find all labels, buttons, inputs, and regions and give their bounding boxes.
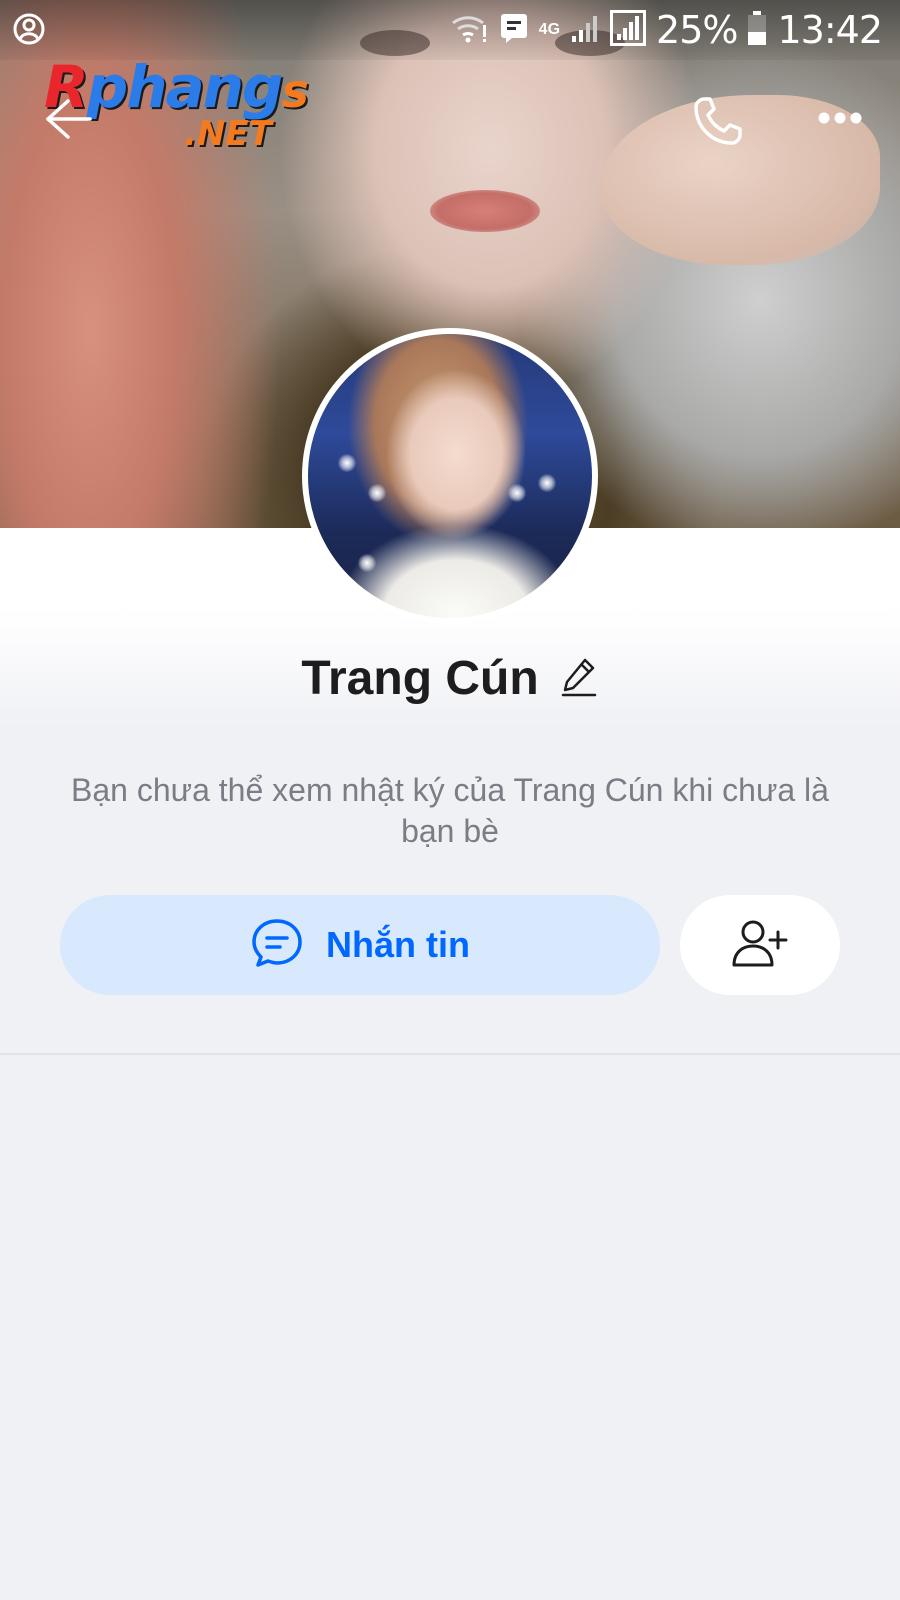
message-button-label: Nhắn tin [326, 924, 470, 965]
account-status-icon [12, 12, 46, 51]
battery-icon [747, 10, 767, 51]
signal-icon-2 [610, 9, 647, 51]
back-button[interactable] [40, 95, 96, 147]
message-notification-icon [499, 12, 529, 49]
profile-name-row: Trang Cún [0, 648, 900, 708]
profile-name: Trang Cún [301, 651, 539, 705]
phone-icon [692, 95, 744, 152]
wifi-icon [449, 11, 489, 50]
call-button[interactable] [690, 95, 746, 151]
privacy-note: Bạn chưa thể xem nhật ký của Trang Cún k… [71, 772, 829, 849]
cover-detail [430, 190, 540, 232]
signal-icon-1 [570, 12, 600, 49]
divider [0, 1053, 900, 1055]
network-type: 4G [538, 21, 561, 38]
message-button[interactable]: Nhắn tin [60, 895, 660, 995]
add-friend-button[interactable] [680, 895, 840, 995]
battery-percent: 25% [656, 8, 738, 52]
add-user-icon [731, 918, 789, 973]
chat-bubble-icon [250, 917, 304, 974]
arrow-left-icon [44, 97, 92, 146]
edit-name-button[interactable] [559, 657, 599, 701]
more-dots-icon [818, 111, 862, 130]
clock: 13:42 [777, 8, 883, 52]
status-bar: 4G 25% 13:42 [0, 0, 900, 60]
avatar[interactable] [302, 328, 598, 624]
more-button[interactable] [815, 100, 865, 140]
pencil-icon [561, 657, 597, 702]
